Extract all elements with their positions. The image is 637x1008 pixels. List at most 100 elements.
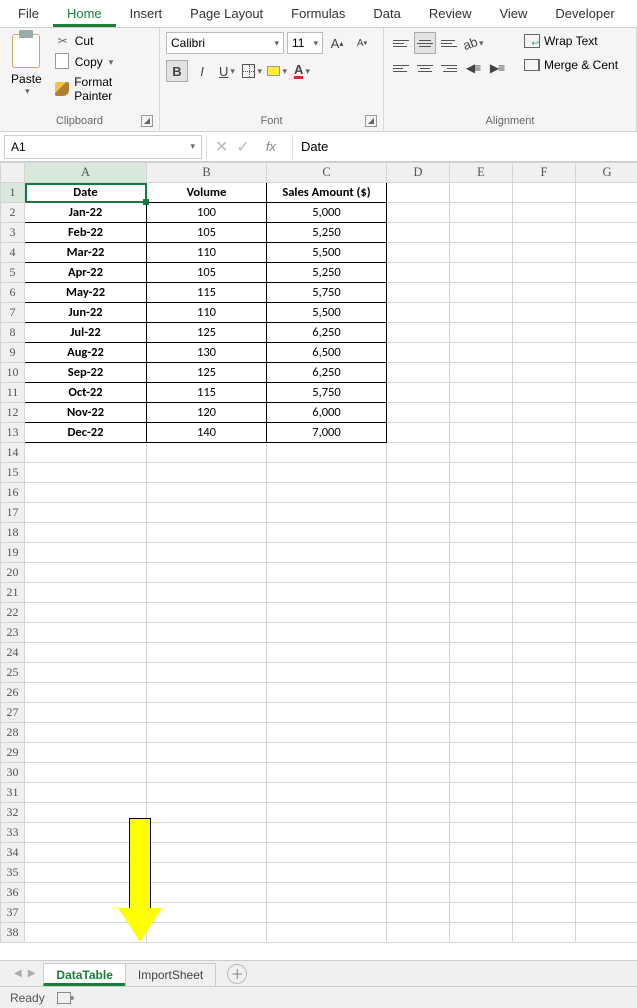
row-header[interactable]: 14 — [1, 443, 25, 463]
cell[interactable] — [576, 683, 637, 703]
cell[interactable] — [576, 863, 637, 883]
cell[interactable] — [147, 543, 267, 563]
cell[interactable]: 110 — [147, 243, 267, 263]
row-header[interactable]: 34 — [1, 843, 25, 863]
cell[interactable] — [387, 203, 450, 223]
cell[interactable] — [450, 723, 513, 743]
borders-button[interactable]: ▾ — [241, 60, 263, 82]
cell[interactable] — [513, 923, 576, 943]
cell[interactable] — [450, 923, 513, 943]
cell[interactable] — [147, 903, 267, 923]
cell[interactable] — [450, 643, 513, 663]
row-header[interactable]: 21 — [1, 583, 25, 603]
cell[interactable] — [387, 803, 450, 823]
row-header[interactable]: 35 — [1, 863, 25, 883]
cell[interactable] — [450, 503, 513, 523]
cell[interactable] — [513, 423, 576, 443]
font-size-combo[interactable]: 11 ▾ — [287, 32, 323, 54]
cell[interactable] — [267, 483, 387, 503]
cell[interactable] — [147, 803, 267, 823]
align-center-button[interactable] — [414, 57, 436, 79]
row-header[interactable]: 10 — [1, 363, 25, 383]
cell[interactable] — [387, 463, 450, 483]
cell[interactable] — [576, 603, 637, 623]
cell[interactable] — [267, 703, 387, 723]
cell[interactable] — [147, 763, 267, 783]
cell[interactable] — [147, 463, 267, 483]
row-header[interactable]: 30 — [1, 763, 25, 783]
cell[interactable] — [387, 543, 450, 563]
cell[interactable] — [387, 683, 450, 703]
cell[interactable] — [576, 363, 637, 383]
cell[interactable] — [267, 503, 387, 523]
sheet-nav-arrows[interactable]: ◀▶ — [6, 968, 43, 979]
cell[interactable] — [267, 603, 387, 623]
row-header[interactable]: 38 — [1, 923, 25, 943]
worksheet-grid[interactable]: ABCDEFG 1DateVolumeSales Amount ($)2Jan-… — [0, 162, 637, 960]
row-header[interactable]: 19 — [1, 543, 25, 563]
column-header-E[interactable]: E — [450, 163, 513, 183]
cell[interactable] — [513, 363, 576, 383]
cell[interactable] — [450, 783, 513, 803]
cell[interactable] — [267, 823, 387, 843]
cell[interactable] — [513, 443, 576, 463]
cell[interactable] — [147, 523, 267, 543]
cell[interactable] — [513, 723, 576, 743]
cell[interactable] — [576, 463, 637, 483]
cell[interactable] — [25, 743, 147, 763]
cell[interactable]: 125 — [147, 363, 267, 383]
column-header-C[interactable]: C — [267, 163, 387, 183]
cell[interactable] — [576, 763, 637, 783]
row-header[interactable]: 20 — [1, 563, 25, 583]
cell[interactable] — [450, 343, 513, 363]
cell[interactable] — [450, 883, 513, 903]
cell[interactable] — [147, 823, 267, 843]
cell[interactable] — [25, 763, 147, 783]
cell[interactable] — [25, 623, 147, 643]
cell[interactable] — [513, 903, 576, 923]
cell[interactable] — [576, 403, 637, 423]
cell[interactable] — [267, 843, 387, 863]
align-left-button[interactable] — [390, 57, 412, 79]
cell[interactable] — [147, 503, 267, 523]
cancel-icon[interactable]: ✕ — [215, 137, 228, 157]
cell[interactable]: Sales Amount ($) — [267, 183, 387, 203]
cell[interactable] — [267, 883, 387, 903]
cell[interactable] — [576, 883, 637, 903]
cell[interactable] — [513, 743, 576, 763]
cell[interactable]: 115 — [147, 283, 267, 303]
cell[interactable] — [147, 563, 267, 583]
cell[interactable] — [450, 403, 513, 423]
cell[interactable] — [387, 223, 450, 243]
cell[interactable] — [513, 323, 576, 343]
cell[interactable] — [267, 583, 387, 603]
cell[interactable] — [267, 443, 387, 463]
row-header[interactable]: 3 — [1, 223, 25, 243]
cell[interactable]: 6,000 — [267, 403, 387, 423]
copy-button[interactable]: Copy ▾ — [53, 53, 153, 71]
row-header[interactable]: 31 — [1, 783, 25, 803]
dialog-launcher-icon[interactable]: ◢ — [365, 115, 377, 127]
cell[interactable] — [450, 543, 513, 563]
cell[interactable] — [513, 183, 576, 203]
cell[interactable]: 5,500 — [267, 303, 387, 323]
cell[interactable] — [513, 523, 576, 543]
cell[interactable] — [25, 683, 147, 703]
cell[interactable] — [387, 363, 450, 383]
sheet-tab-datatable[interactable]: DataTable — [43, 963, 125, 986]
align-right-button[interactable] — [438, 57, 460, 79]
cell[interactable] — [513, 403, 576, 423]
cell[interactable]: 130 — [147, 343, 267, 363]
cell[interactable] — [450, 843, 513, 863]
cell[interactable] — [450, 563, 513, 583]
grow-font-button[interactable]: A▴ — [326, 32, 348, 54]
cell[interactable] — [25, 563, 147, 583]
row-header[interactable]: 13 — [1, 423, 25, 443]
cell[interactable] — [267, 743, 387, 763]
cell[interactable] — [267, 643, 387, 663]
cell[interactable] — [450, 603, 513, 623]
cell[interactable] — [513, 203, 576, 223]
cell[interactable] — [576, 243, 637, 263]
cell[interactable] — [387, 923, 450, 943]
cell[interactable] — [267, 563, 387, 583]
